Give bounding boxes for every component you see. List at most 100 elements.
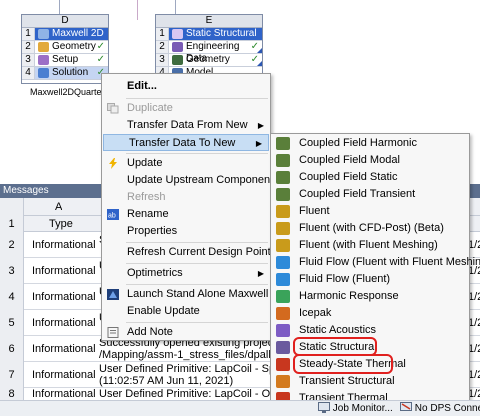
icepak-icon bbox=[276, 307, 290, 320]
submenu-item-label: Harmonic Response bbox=[299, 290, 399, 302]
menu-item-label: Add Note bbox=[127, 326, 173, 338]
type-header[interactable]: Type bbox=[49, 218, 73, 230]
row-number: 4 bbox=[0, 284, 24, 310]
fluent-icon bbox=[276, 222, 290, 235]
menu-item-label: Optimetrics bbox=[127, 267, 183, 279]
menu-separator bbox=[126, 242, 268, 243]
menu-item-refresh-design-point[interactable]: Refresh Current Design Point bbox=[102, 244, 271, 261]
connection-line bbox=[137, 0, 138, 20]
system-e-column: E bbox=[156, 15, 262, 28]
cell-label: Geometry bbox=[52, 41, 96, 52]
menu-item-edit[interactable]: Edit... bbox=[102, 78, 270, 95]
system-d-title-row[interactable]: 1 Maxwell 2D bbox=[22, 28, 108, 41]
system-d-setup-row[interactable]: 3 Setup ✓ bbox=[22, 54, 108, 67]
cell-label: Geometry bbox=[186, 54, 230, 65]
cell-label: Solution bbox=[52, 67, 89, 78]
connection-line bbox=[175, 0, 176, 14]
menu-item-enable-update[interactable]: Enable Update bbox=[102, 303, 270, 320]
menu-item-transfer-data-from-new[interactable]: Transfer Data From New ▶ bbox=[102, 117, 270, 134]
submenu-item-fluent-meshing[interactable]: Fluent (with Fluent Meshing) bbox=[271, 237, 469, 254]
submenu-arrow-icon: ▶ bbox=[255, 139, 262, 148]
submenu-item-label: Coupled Field Static bbox=[299, 171, 398, 183]
submenu-item-coupled-field-transient[interactable]: Coupled Field Transient bbox=[271, 186, 469, 203]
submenu-item-label: Icepak bbox=[299, 307, 332, 319]
submenu-item-coupled-field-modal[interactable]: Coupled Field Modal bbox=[271, 152, 469, 169]
system-e-engineering-data-row[interactable]: 2 Engineering Data ✓ bbox=[156, 41, 262, 64]
submenu-item-coupled-field-static[interactable]: Coupled Field Static bbox=[271, 169, 469, 186]
submenu-item-fluent[interactable]: Fluent bbox=[271, 203, 469, 220]
fluid-flow-icon bbox=[276, 273, 290, 286]
system-e-geometry-row[interactable]: 3 Geometry ✓ bbox=[156, 54, 262, 67]
menu-item-refresh[interactable]: Refresh bbox=[102, 189, 270, 206]
link-marker-icon bbox=[257, 61, 262, 66]
menu-item-label: Enable Update bbox=[127, 305, 200, 317]
menu-item-label: Edit... bbox=[127, 80, 157, 92]
row-number: 6 bbox=[0, 336, 24, 362]
menu-item-transfer-data-to-new[interactable]: Transfer Data To New ▶ bbox=[103, 134, 269, 151]
svg-text:ab: ab bbox=[108, 213, 116, 220]
submenu-item-label: Fluid Flow (Fluent with Fluent Meshing) bbox=[299, 256, 480, 268]
fluid-flow-icon bbox=[276, 256, 290, 269]
link-marker-icon bbox=[257, 48, 262, 53]
menu-item-rename[interactable]: ab Rename bbox=[102, 206, 270, 223]
submenu-item-harmonic-response[interactable]: Harmonic Response bbox=[271, 288, 469, 305]
solution-icon bbox=[38, 68, 49, 78]
job-monitor-button[interactable]: Job Monitor... bbox=[318, 402, 393, 416]
coupled-field-icon bbox=[276, 171, 290, 184]
message-type: Informational bbox=[32, 388, 96, 400]
harmonic-response-icon bbox=[276, 290, 290, 303]
menu-item-optimetrics[interactable]: Optimetrics ▶ bbox=[102, 265, 270, 282]
row-number: 2 bbox=[0, 232, 24, 258]
menu-item-label: Update bbox=[127, 157, 163, 169]
submenu-item-fluid-flow-fluent[interactable]: Fluid Flow (Fluent) bbox=[271, 271, 469, 288]
menu-separator bbox=[126, 322, 268, 323]
submenu-item-fluid-flow-meshing[interactable]: Fluid Flow (Fluent with Fluent Meshing) bbox=[271, 254, 480, 271]
geometry-icon bbox=[38, 42, 49, 52]
rename-icon: ab bbox=[107, 209, 119, 220]
setup-icon bbox=[38, 55, 49, 65]
highlight-box-steady-state-thermal bbox=[293, 354, 393, 374]
cell-label: Setup bbox=[52, 54, 79, 65]
coupled-field-icon bbox=[276, 154, 290, 167]
submenu-item-label: Coupled Field Harmonic bbox=[299, 137, 417, 149]
static-structural-icon bbox=[276, 341, 290, 354]
column-header-a[interactable]: A bbox=[55, 201, 62, 213]
message-type: Informational bbox=[32, 239, 96, 251]
submenu-item-label: Coupled Field Modal bbox=[299, 154, 400, 166]
submenu-item-transient-structural[interactable]: Transient Structural bbox=[271, 373, 469, 390]
dps-connection-icon bbox=[400, 402, 412, 411]
submenu-item-label: Transient Structural bbox=[299, 375, 395, 387]
message-type: Informational bbox=[32, 343, 96, 355]
menu-item-update[interactable]: Update bbox=[102, 155, 270, 172]
dps-connection-label: No DPS Connectio bbox=[414, 403, 480, 414]
menu-item-properties[interactable]: Properties bbox=[102, 223, 270, 240]
menu-separator bbox=[126, 263, 268, 264]
coupled-field-icon bbox=[276, 188, 290, 201]
system-d-solution-row[interactable]: 4 Solution ✓ bbox=[22, 67, 108, 80]
row-number: 5 bbox=[0, 310, 24, 336]
menu-item-update-upstream[interactable]: Update Upstream Components bbox=[102, 172, 279, 189]
lightning-icon bbox=[109, 158, 117, 169]
system-d[interactable]: D 1 Maxwell 2D 2 Geometry ✓ 3 Setup ✓ 4 … bbox=[21, 14, 109, 84]
dps-connection-status[interactable]: No DPS Connectio bbox=[400, 402, 480, 416]
system-d-geometry-row[interactable]: 2 Geometry ✓ bbox=[22, 41, 108, 54]
submenu-item-label: Fluent bbox=[299, 205, 330, 217]
menu-item-launch-maxwell[interactable]: Launch Stand Alone Maxwell bbox=[102, 286, 270, 303]
menu-item-label: Transfer Data To New bbox=[129, 137, 236, 149]
menu-item-duplicate[interactable]: Duplicate bbox=[102, 100, 270, 117]
row-number: 1 bbox=[0, 216, 24, 232]
coupled-field-icon bbox=[276, 137, 290, 150]
static-structural-icon bbox=[172, 29, 183, 39]
menu-item-add-note[interactable]: Add Note bbox=[102, 324, 270, 341]
submenu-item-coupled-field-harmonic[interactable]: Coupled Field Harmonic bbox=[271, 135, 469, 152]
row-number: 7 bbox=[0, 362, 24, 388]
menu-item-label: Refresh Current Design Point bbox=[127, 246, 271, 258]
row-number: 1 bbox=[22, 28, 35, 40]
row-number: 3 bbox=[156, 54, 169, 66]
submenu-item-fluent-cfd-post[interactable]: Fluent (with CFD-Post) (Beta) bbox=[271, 220, 469, 237]
system-e-title-row[interactable]: 1 Static Structural bbox=[156, 28, 262, 41]
submenu-arrow-icon: ▶ bbox=[257, 269, 264, 278]
row-number: 3 bbox=[22, 54, 35, 66]
row-number: 1 bbox=[156, 28, 169, 40]
submenu-item-icepak[interactable]: Icepak bbox=[271, 305, 469, 322]
